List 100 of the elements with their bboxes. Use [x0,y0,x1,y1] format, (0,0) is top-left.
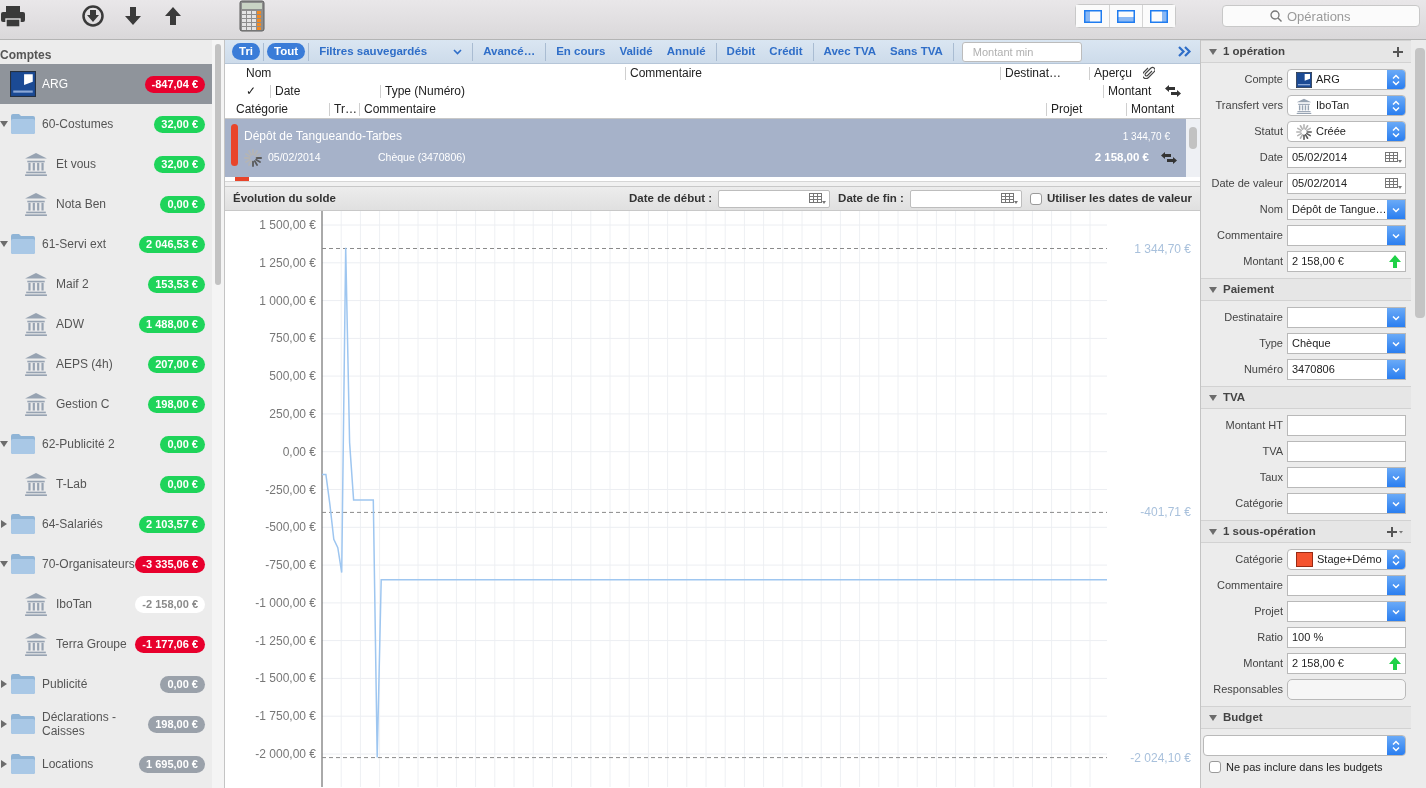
checkbox[interactable] [1029,192,1042,205]
sidebar-item[interactable]: ADW 1 488,00 € [0,304,212,344]
column-header[interactable]: Montant [1126,102,1186,116]
filter-toggle[interactable]: Tout [267,43,306,60]
section-header[interactable]: TVA [1201,386,1411,409]
text-field[interactable] [1287,441,1406,462]
section-header[interactable]: Paiement [1201,278,1411,301]
amount-filter-field[interactable]: Montant min [961,41,1082,62]
chevron-down-icon[interactable] [453,48,463,55]
updown-chevron-icon[interactable] [1392,125,1400,138]
print-icon[interactable] [1,5,25,27]
updown-chevron-icon[interactable] [1392,553,1400,566]
disclosure-triangle-icon[interactable] [1209,285,1217,294]
bottom-pane-button[interactable] [1109,5,1142,27]
search-field[interactable]: Opérations [1222,5,1420,27]
disclosure-triangle-icon[interactable] [0,720,8,728]
sidebar-item[interactable]: 62-Publicité 2 0,00 € [0,424,212,464]
arrow-up-icon[interactable] [165,7,181,25]
column-header[interactable]: Nom [242,66,625,80]
combo-box[interactable]: Dépôt de Tangue… [1287,199,1406,220]
sidebar-item[interactable]: Terra Groupe -1 177,06 € [0,624,212,664]
checkbox[interactable] [1209,761,1221,774]
disclosure-triangle-icon[interactable] [1209,47,1217,56]
combo-box[interactable]: 3470806 [1287,359,1406,380]
sidebar-item[interactable]: 60-Costumes 32,00 € [0,104,212,144]
filter-toggle[interactable]: Crédit [762,43,810,60]
sidebar-item[interactable]: IboTan -2 158,00 € [0,584,212,624]
column-header[interactable]: Tr… [329,102,359,116]
popup-button[interactable]: Créée [1287,121,1406,142]
calendar-icon[interactable] [1385,177,1402,190]
right-pane-button[interactable] [1142,5,1175,27]
section-header[interactable]: 1 sous-opération [1201,520,1411,543]
sidebar-item[interactable]: ARG -847,04 € [0,64,212,104]
calculator-icon[interactable] [239,0,265,32]
calendar-icon[interactable] [809,192,827,205]
amount-field[interactable]: 2 158,00 € [1287,251,1406,272]
disclosure-triangle-icon[interactable] [0,520,8,528]
disclosure-triangle-icon[interactable] [1209,713,1217,722]
disclosure-triangle-icon[interactable] [1209,393,1217,402]
disclosure-triangle-icon[interactable] [0,440,8,448]
filter-toggle[interactable]: Sans TVA [883,43,950,60]
filter-toggle[interactable]: En cours [549,43,613,60]
popup-button[interactable]: Stage+Démo [1287,549,1406,570]
disclosure-triangle-icon[interactable] [0,760,8,768]
disclosure-triangle-icon[interactable] [0,560,8,568]
date-field[interactable] [909,189,1022,208]
combo-box[interactable]: Chèque [1287,333,1406,354]
filter-toggle[interactable]: Tri [232,43,261,60]
popup-button[interactable] [1203,735,1406,756]
popup-button[interactable]: ARG [1287,69,1406,90]
column-header[interactable]: Projet [1046,102,1126,116]
filter-toggle[interactable]: Annulé [659,43,713,60]
sidebar-item[interactable]: Gestion C 198,00 € [0,384,212,424]
add-menu-icon[interactable] [1387,526,1403,537]
updown-chevron-icon[interactable] [1392,739,1400,752]
date-field[interactable]: 05/02/2014 [1287,173,1406,194]
column-header[interactable]: Catégorie [232,102,329,116]
sidebar-item[interactable]: Nota Ben 0,00 € [0,184,212,224]
updown-chevron-icon[interactable] [1392,73,1400,86]
sidebar-item[interactable]: 61-Servi ext 2 046,53 € [0,224,212,264]
filter-toggle[interactable]: Débit [719,43,763,60]
text-field[interactable]: 100 % [1287,627,1406,648]
disclosure-triangle-icon[interactable] [1209,527,1217,536]
section-header[interactable]: 1 opération [1201,40,1411,63]
sidebar-item[interactable]: 64-Salariés 2 103,57 € [0,504,212,544]
sidebar-item[interactable]: 70-Organisateurs -3 335,06 € [0,544,212,584]
combo-box[interactable] [1287,575,1406,596]
column-header[interactable]: Montant [1103,84,1165,98]
sidebar-item[interactable]: T-Lab 0,00 € [0,464,212,504]
arrow-down-icon[interactable] [125,7,141,25]
popup-button[interactable]: IboTan [1287,95,1406,116]
text-field[interactable] [1287,415,1406,436]
saved-filters-dropdown[interactable]: Filtres sauvegardés [312,43,470,60]
date-field[interactable] [718,189,831,208]
add-icon[interactable] [1393,46,1403,57]
sidebar-item[interactable]: Maif 2 153,53 € [0,264,212,304]
calendar-icon[interactable] [1000,192,1018,205]
sidebar-item[interactable]: Publicité 0,00 € [0,664,212,704]
column-header[interactable]: Commentaire [625,66,1000,80]
scrollbar-thumb[interactable] [1415,48,1425,318]
sidebar-item[interactable]: Locations 1 695,00 € [0,744,212,784]
column-header[interactable]: Type (Numéro) [380,84,1103,98]
scrollbar-thumb[interactable] [215,44,221,285]
column-header[interactable]: Date [270,84,380,98]
disclosure-triangle-icon[interactable] [0,680,8,688]
combo-box[interactable] [1287,601,1406,622]
download-icon[interactable] [82,5,104,27]
amount-field[interactable]: 2 158,00 € [1287,653,1406,674]
sidebar-item[interactable]: Et vous 32,00 € [0,144,212,184]
disclosure-triangle-icon[interactable] [0,120,8,128]
combo-box[interactable] [1287,307,1406,328]
filter-toggle[interactable]: Avec TVA [816,43,883,60]
layout-switcher[interactable] [1075,4,1176,28]
column-header[interactable]: Commentaire [359,102,1046,116]
combo-box[interactable] [1287,493,1406,514]
calendar-icon[interactable] [1385,151,1402,164]
column-header[interactable]: Aperçu [1089,66,1143,80]
sidebar-item[interactable]: Déclarations - Caisses 198,00 € [0,704,212,744]
section-header[interactable]: Budget [1201,706,1411,729]
filter-toggle[interactable]: Avancé… [476,43,543,60]
